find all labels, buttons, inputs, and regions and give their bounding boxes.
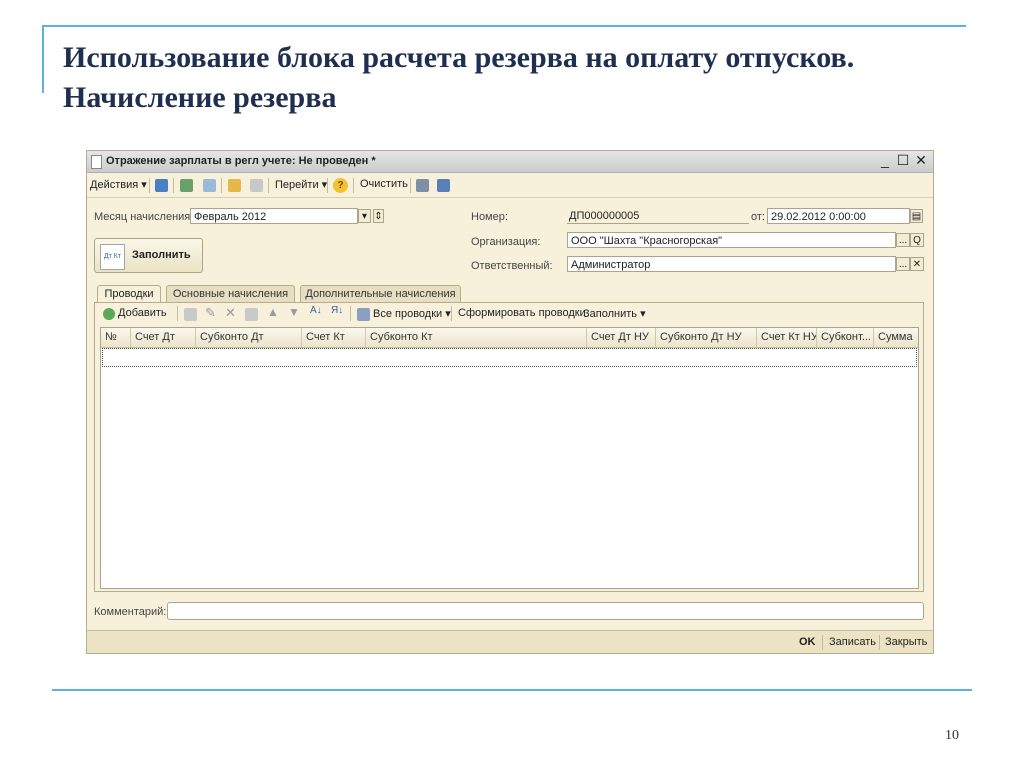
tab-main-accruals[interactable]: Основные начисления bbox=[166, 285, 295, 302]
column-header[interactable]: Субконт... bbox=[817, 328, 874, 347]
column-header[interactable]: Счет Кт bbox=[302, 328, 366, 347]
fill-button-label: Заполнить bbox=[132, 249, 191, 261]
filter-icon bbox=[357, 308, 370, 321]
column-header[interactable]: Счет Дт НУ bbox=[587, 328, 656, 347]
responsible-select-button[interactable]: ... bbox=[896, 257, 910, 271]
toolbar-separator bbox=[173, 178, 174, 193]
move-down-icon[interactable]: ▼ bbox=[288, 305, 300, 319]
number-label: Номер: bbox=[471, 211, 508, 223]
comment-field[interactable] bbox=[167, 602, 924, 620]
month-stepper[interactable]: ⇕ bbox=[373, 209, 384, 223]
toolbar-separator bbox=[177, 306, 178, 321]
fill-button[interactable]: Дт Кт Заполнить bbox=[94, 238, 203, 273]
delete-icon[interactable]: ✕ bbox=[225, 305, 236, 321]
responsible-clear-icon[interactable]: ✕ bbox=[910, 257, 924, 271]
document-icon bbox=[91, 155, 102, 169]
bottom-accent-line bbox=[52, 689, 972, 691]
ok-button[interactable]: OK bbox=[799, 636, 816, 648]
toolbar-separator bbox=[268, 178, 269, 193]
close-button[interactable]: Закрыть bbox=[885, 636, 927, 648]
slide-title: Использование блока расчета резерва на о… bbox=[63, 38, 983, 118]
add-icon bbox=[103, 308, 115, 320]
responsible-label: Ответственный: bbox=[471, 260, 553, 272]
actions-menu[interactable]: Действия ▾ bbox=[90, 178, 147, 191]
entries-table[interactable]: № Счет Дт Субконто Дт Счет Кт Субконто К… bbox=[100, 327, 919, 589]
all-entries-menu[interactable]: Все проводки ▾ bbox=[373, 307, 451, 320]
month-dropdown-button[interactable]: ▾ bbox=[358, 209, 371, 223]
main-toolbar: Действия ▾ Перейти ▾ ? Очистить bbox=[87, 173, 933, 198]
left-accent-line bbox=[42, 25, 44, 93]
fill-table-menu[interactable]: Заполнить ▾ bbox=[583, 307, 646, 320]
column-header[interactable]: Субконто Дт НУ bbox=[656, 328, 757, 347]
slide-title-line-1: Использование блока расчета резерва на о… bbox=[63, 41, 855, 74]
maximize-button[interactable]: ☐ bbox=[895, 152, 911, 169]
help-icon[interactable]: ? bbox=[333, 178, 348, 193]
copy-row-icon[interactable] bbox=[184, 308, 197, 321]
date-label: от: bbox=[751, 211, 765, 223]
list-settings-icon[interactable] bbox=[437, 179, 450, 192]
move-up-icon[interactable]: ▲ bbox=[267, 305, 279, 319]
search-icon[interactable]: Q bbox=[910, 233, 924, 247]
tab-entries[interactable]: Проводки bbox=[97, 285, 161, 303]
month-field[interactable]: Февраль 2012 bbox=[190, 208, 358, 224]
toolbar-separator bbox=[327, 178, 328, 193]
goto-label: Перейти bbox=[275, 179, 319, 191]
all-entries-label: Все проводки bbox=[373, 308, 443, 320]
table-header: № Счет Дт Субконто Дт Счет Кт Субконто К… bbox=[101, 328, 918, 348]
column-header[interactable]: № bbox=[101, 328, 131, 347]
debit-credit-icon: Дт Кт bbox=[100, 244, 125, 270]
clear-button[interactable]: Очистить bbox=[360, 178, 408, 190]
refresh-icon[interactable] bbox=[203, 179, 216, 192]
sort-ascending-icon[interactable]: A↓ bbox=[310, 305, 322, 316]
toolbar-separator bbox=[350, 306, 351, 321]
window-footer: OK Записать Закрыть bbox=[87, 630, 933, 653]
column-header[interactable]: Счет Кт НУ bbox=[757, 328, 817, 347]
toolbar-separator bbox=[353, 178, 354, 193]
footer-separator bbox=[822, 635, 823, 650]
number-field[interactable]: ДП000000005 bbox=[567, 208, 749, 224]
print-icon[interactable] bbox=[250, 179, 263, 192]
goto-menu[interactable]: Перейти ▾ bbox=[275, 178, 327, 191]
minimize-button[interactable]: _ bbox=[877, 152, 893, 168]
fill-table-label: Заполнить bbox=[583, 308, 638, 320]
toolbar-separator bbox=[221, 178, 222, 193]
organization-label: Организация: bbox=[471, 236, 541, 248]
save-button[interactable]: Записать bbox=[829, 636, 876, 648]
tab-additional-accruals[interactable]: Дополнительные начисления bbox=[300, 285, 461, 302]
responsible-field[interactable]: Администратор bbox=[567, 256, 896, 272]
form-entries-button[interactable]: Сформировать проводки bbox=[458, 307, 586, 319]
actions-label: Действия bbox=[90, 179, 139, 191]
close-window-button[interactable]: ✕ bbox=[913, 152, 929, 169]
toolbar-separator bbox=[451, 306, 452, 321]
organization-field[interactable]: ООО "Шахта "Красногорская" bbox=[567, 232, 896, 248]
sort-descending-icon[interactable]: Я↓ bbox=[331, 305, 343, 316]
top-accent-line bbox=[42, 25, 966, 27]
footer-separator bbox=[879, 635, 880, 650]
comment-label: Комментарий: bbox=[94, 606, 167, 618]
month-label: Месяц начисления: bbox=[94, 211, 194, 223]
add-button[interactable]: Добавить bbox=[118, 307, 167, 319]
page-number: 10 bbox=[945, 728, 959, 743]
calendar-icon[interactable]: ▤ bbox=[910, 209, 923, 223]
document-window: Отражение зарплаты в регл учете: Не пров… bbox=[86, 150, 934, 654]
organization-select-button[interactable]: ... bbox=[896, 233, 910, 247]
structure-icon[interactable] bbox=[416, 179, 429, 192]
post-icon[interactable] bbox=[155, 179, 168, 192]
view-icon[interactable] bbox=[180, 179, 193, 192]
column-header[interactable]: Сумма bbox=[874, 328, 918, 347]
end-edit-icon[interactable] bbox=[245, 308, 258, 321]
column-header[interactable]: Счет Дт bbox=[131, 328, 196, 347]
window-title: Отражение зарплаты в регл учете: Не пров… bbox=[106, 155, 376, 167]
table-row[interactable] bbox=[102, 348, 917, 367]
toolbar-separator bbox=[149, 178, 150, 193]
column-header[interactable]: Субконто Кт bbox=[366, 328, 587, 347]
toolbar-separator bbox=[410, 178, 411, 193]
date-field[interactable]: 29.02.2012 0:00:00 bbox=[767, 208, 910, 224]
entries-panel: Добавить ✎ ✕ ▲ ▼ A↓ Я↓ Все проводки ▾ Сф… bbox=[94, 302, 924, 592]
column-header[interactable]: Субконто Дт bbox=[196, 328, 302, 347]
edit-icon[interactable]: ✎ bbox=[205, 305, 216, 321]
copy-icon[interactable] bbox=[228, 179, 241, 192]
window-titlebar: Отражение зарплаты в регл учете: Не пров… bbox=[87, 151, 933, 173]
slide-title-line-2: Начисление резерва bbox=[63, 81, 337, 114]
